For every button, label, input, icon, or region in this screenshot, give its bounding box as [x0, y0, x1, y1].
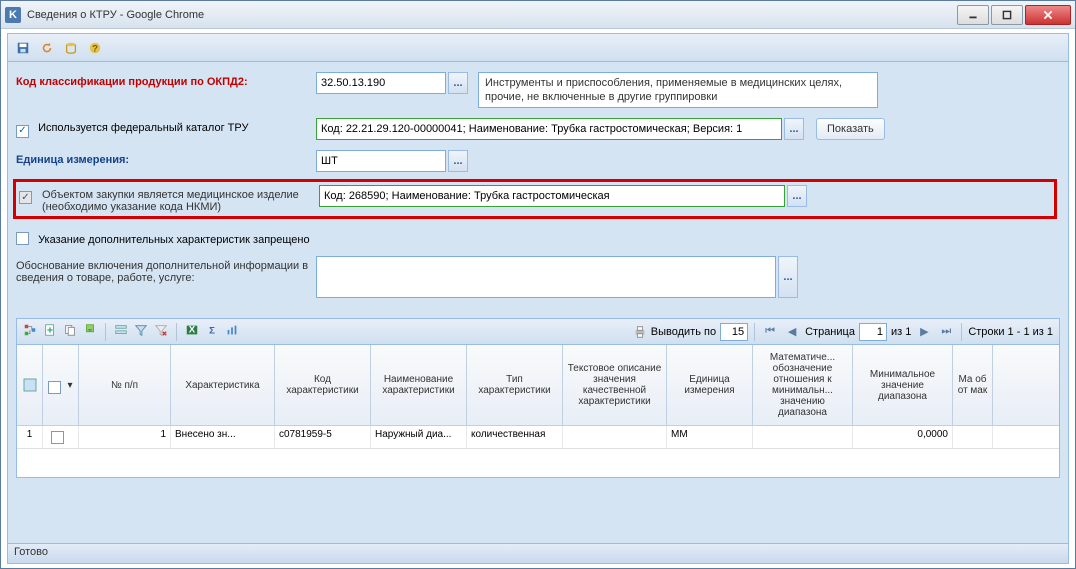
col-min[interactable]: Минимальное значение диапазона	[853, 345, 953, 425]
cell-text-desc	[563, 426, 667, 448]
help-icon[interactable]: ?	[86, 39, 104, 57]
cell-num: 1	[79, 426, 171, 448]
svg-text:?: ?	[92, 43, 98, 54]
fed-catalog-label: Используется федеральный каталог ТРУ	[16, 118, 316, 136]
grid-filter-icon[interactable]	[134, 323, 148, 340]
page-input[interactable]	[859, 323, 887, 341]
cell-char: Внесено зн...	[171, 426, 275, 448]
titlebar: K Сведения о КТРУ - Google Chrome	[1, 1, 1075, 29]
grid-sum-icon[interactable]: Σ	[205, 323, 219, 340]
col-type[interactable]: Тип характеристики	[467, 345, 563, 425]
col-max[interactable]: Ма об от мак	[953, 345, 993, 425]
window-title: Сведения о КТРУ - Google Chrome	[27, 9, 204, 21]
cell-name: Наружный диа...	[371, 426, 467, 448]
extra-char-label: Указание дополнительных характеристик за…	[16, 226, 310, 246]
page-total-label: из 1	[891, 326, 911, 338]
unit-lookup-button[interactable]: ...	[448, 150, 468, 172]
save-icon[interactable]	[14, 39, 32, 57]
db-icon[interactable]	[62, 39, 80, 57]
refresh-icon[interactable]	[38, 39, 56, 57]
okpd2-lookup-button[interactable]: ...	[448, 72, 468, 94]
med-device-label: Объектом закупки является медицинское из…	[19, 185, 319, 213]
med-device-input[interactable]	[319, 185, 785, 207]
maximize-button[interactable]	[991, 5, 1023, 25]
svg-text:Σ: Σ	[209, 326, 215, 337]
unit-label: Единица измерения:	[16, 150, 316, 166]
cell-math	[753, 426, 853, 448]
col-name[interactable]: Наименование характеристики	[371, 345, 467, 425]
med-device-lookup-button[interactable]: ...	[787, 185, 807, 207]
grid-down-icon[interactable]	[83, 323, 97, 340]
col-char[interactable]: Характеристика	[171, 345, 275, 425]
prev-page-button[interactable]: ◀	[783, 323, 801, 341]
extra-char-checkbox[interactable]	[16, 232, 29, 245]
show-button[interactable]: Показать	[816, 118, 885, 140]
row-checkbox[interactable]	[51, 431, 64, 444]
row-index: 1	[17, 426, 43, 448]
okpd2-label: Код классификации продукции по ОКПД2:	[16, 72, 316, 88]
col-unit[interactable]: Единица измерения	[667, 345, 753, 425]
grid-menu-icon[interactable]	[23, 378, 37, 392]
cell-type: количественная	[467, 426, 563, 448]
grid-header: ▾ № п/п Характеристика Код характеристик…	[17, 345, 1059, 426]
grid-select-icon[interactable]	[114, 323, 128, 340]
col-code[interactable]: Код характеристики	[275, 345, 371, 425]
rows-label: Строки 1 - 1 из 1	[968, 326, 1053, 338]
cell-min: 0,0000	[853, 426, 953, 448]
grid-excel-icon[interactable]: X	[185, 323, 199, 340]
grid-clear-filter-icon[interactable]	[154, 323, 168, 340]
cell-unit: ММ	[667, 426, 753, 448]
page-label: Страница	[805, 326, 855, 338]
window: K Сведения о КТРУ - Google Chrome ? Код …	[0, 0, 1076, 569]
svg-text:X: X	[189, 325, 196, 336]
med-device-checkbox	[19, 191, 32, 204]
grid-tree-icon[interactable]	[23, 323, 37, 340]
status-bar: Готово	[8, 543, 1068, 563]
grid-section: X Σ Выводить по ⏮ ◀ Страница из 1 ▶ ⏭	[16, 318, 1060, 478]
okpd2-description: Инструменты и приспособления, применяемы…	[478, 72, 878, 108]
justification-textarea[interactable]	[316, 256, 776, 298]
grid-chart-icon[interactable]	[225, 323, 239, 340]
justification-lookup-button[interactable]: ...	[778, 256, 798, 298]
first-page-button[interactable]: ⏮	[761, 323, 779, 341]
col-text-desc[interactable]: Текстовое описание значения качественной…	[563, 345, 667, 425]
justification-label: Обоснование включения дополнительной инф…	[16, 256, 316, 284]
cell-code: c0781959-5	[275, 426, 371, 448]
table-row[interactable]: 1 1 Внесено зн... c0781959-5 Наружный ди…	[17, 426, 1059, 449]
app-icon: K	[5, 7, 21, 23]
status-text: Готово	[14, 546, 48, 558]
minimize-button[interactable]	[957, 5, 989, 25]
form-area: Код классификации продукции по ОКПД2: ..…	[8, 62, 1068, 314]
grid-copy-icon[interactable]	[63, 323, 77, 340]
okpd2-input[interactable]	[316, 72, 446, 94]
select-all-checkbox[interactable]	[48, 381, 61, 394]
last-page-button[interactable]: ⏭	[937, 323, 955, 341]
per-page-input[interactable]	[720, 323, 748, 341]
col-num[interactable]: № п/п	[79, 345, 171, 425]
grid-new-icon[interactable]	[43, 323, 57, 340]
inner-frame: ? Код классификации продукции по ОКПД2: …	[7, 33, 1069, 564]
next-page-button[interactable]: ▶	[915, 323, 933, 341]
per-page-label: Выводить по	[651, 326, 716, 338]
cell-max	[953, 426, 993, 448]
printer-icon[interactable]	[633, 325, 647, 339]
col-math[interactable]: Математиче... обозначение отношения к ми…	[753, 345, 853, 425]
main-toolbar: ?	[8, 34, 1068, 62]
close-button[interactable]	[1025, 5, 1071, 25]
fed-catalog-input[interactable]	[316, 118, 782, 140]
fed-catalog-checkbox[interactable]	[16, 125, 29, 138]
unit-input[interactable]	[316, 150, 446, 172]
grid-toolbar: X Σ Выводить по ⏮ ◀ Страница из 1 ▶ ⏭	[17, 319, 1059, 345]
fed-catalog-lookup-button[interactable]: ...	[784, 118, 804, 140]
grid-body: 1 1 Внесено зн... c0781959-5 Наружный ди…	[17, 426, 1059, 477]
